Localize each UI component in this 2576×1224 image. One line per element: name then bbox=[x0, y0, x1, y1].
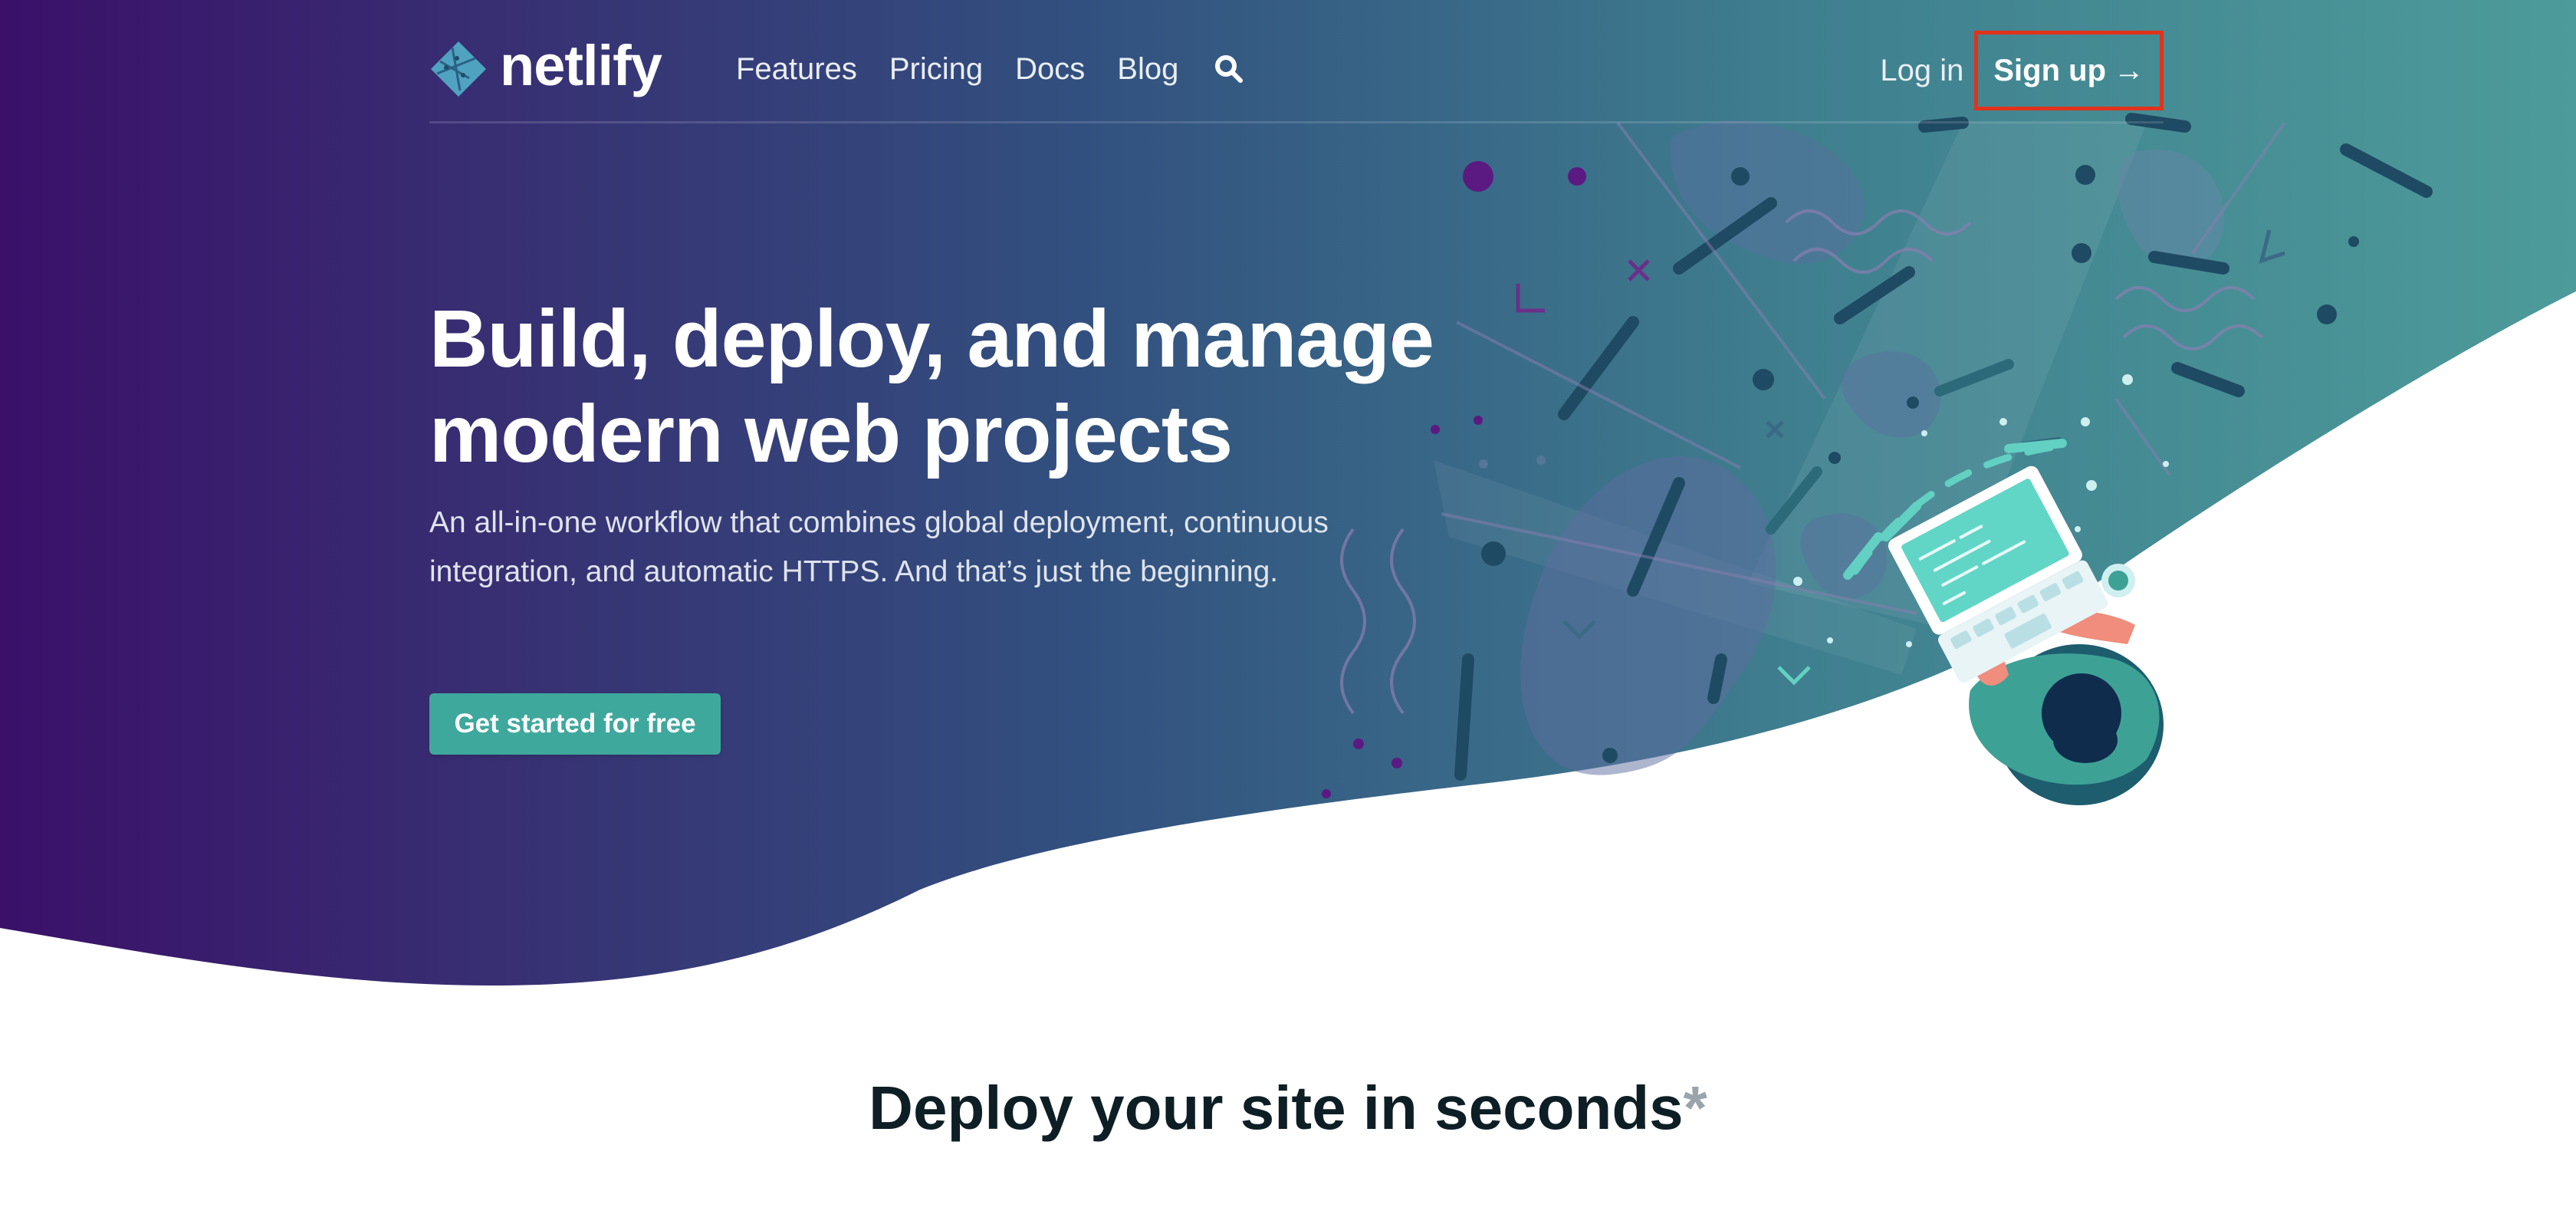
top-navigation: netlify Features Pricing Docs Blog Log i… bbox=[429, 0, 2164, 123]
netlify-logo-icon bbox=[431, 41, 486, 97]
signup-button[interactable]: Sign up → bbox=[1974, 31, 2164, 110]
footnote-asterisk: * bbox=[1683, 1074, 1707, 1142]
login-link[interactable]: Log in bbox=[1880, 48, 1963, 94]
arrow-right-icon: → bbox=[2114, 53, 2144, 87]
hero-subtitle: An all-in-one workflow that combines glo… bbox=[429, 506, 1329, 588]
netlify-logo[interactable]: netlify bbox=[429, 37, 662, 101]
signup-label: Sign up bbox=[1993, 53, 2106, 87]
search-icon bbox=[1215, 55, 1244, 83]
nav-link-pricing[interactable]: Pricing bbox=[889, 46, 983, 92]
search-button[interactable] bbox=[1211, 46, 1247, 92]
nav-link-features[interactable]: Features bbox=[736, 46, 857, 92]
account-actions: Log in Sign up → bbox=[1880, 31, 2164, 110]
nav-link-blog[interactable]: Blog bbox=[1117, 46, 1178, 92]
section-title-text: Deploy your site in seconds bbox=[869, 1074, 1684, 1142]
get-started-button[interactable]: Get started for free bbox=[429, 693, 721, 755]
hero-title: Build, deploy, and manage modern web proj… bbox=[429, 291, 1503, 482]
hero-title-line-2: modern web projects bbox=[429, 389, 1233, 479]
brand-name: netlify bbox=[500, 34, 662, 97]
hero-title-line-1: Build, deploy, and manage bbox=[429, 294, 1434, 384]
nav-link-docs[interactable]: Docs bbox=[1015, 46, 1085, 92]
section-title: Deploy your site in seconds* bbox=[0, 1066, 2576, 1150]
primary-nav-links: Features Pricing Docs Blog bbox=[736, 46, 1247, 92]
